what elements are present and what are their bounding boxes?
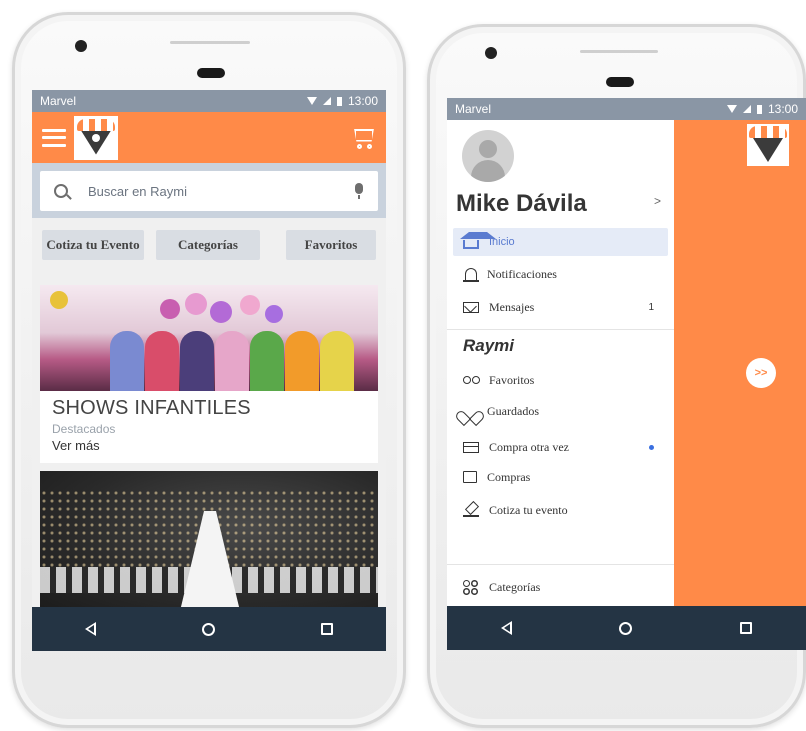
avatar[interactable] <box>462 130 514 182</box>
speaker-grille <box>580 50 658 53</box>
navigation-drawer: Mike Dávila > Inicio Notificaciones Mens… <box>447 120 674 606</box>
raymi-logo[interactable] <box>74 115 118 160</box>
front-camera <box>485 47 497 59</box>
new-indicator-dot <box>649 444 654 450</box>
signal-icon <box>742 105 751 113</box>
home-circle-icon[interactable] <box>202 622 215 636</box>
battery-icon <box>336 96 342 106</box>
status-bar: Marvel 13:00 <box>32 90 386 112</box>
drawer-item-inicio[interactable]: Inicio <box>453 228 668 256</box>
chip-favoritos[interactable]: Favoritos <box>286 230 376 260</box>
wifi-icon <box>306 97 317 105</box>
chip-categorias[interactable]: Categorías <box>156 230 260 260</box>
front-camera <box>75 40 87 52</box>
drawer-item-guardados[interactable]: Guardados <box>453 397 668 425</box>
sensor-pill <box>606 77 634 87</box>
wedding-photo[interactable] <box>40 471 378 611</box>
drawer-item-mensajes[interactable]: Mensajes 1 <box>453 293 668 321</box>
search-icon[interactable] <box>54 184 68 198</box>
recents-icon[interactable] <box>321 623 333 635</box>
divider <box>447 329 674 330</box>
search-area <box>32 163 386 218</box>
speaker-grille <box>170 41 250 44</box>
grid-icon <box>463 580 479 594</box>
cart-icon[interactable] <box>350 126 376 150</box>
back-icon[interactable] <box>85 622 96 636</box>
search-bar[interactable] <box>40 171 378 211</box>
quick-actions: Cotiza tu Evento Categorías Favoritos <box>32 218 386 273</box>
gavel-icon <box>463 503 479 517</box>
home-icon <box>460 232 496 249</box>
chevron-right-icon[interactable]: > <box>654 194 661 208</box>
app-bar <box>32 112 386 163</box>
drawer-item-categorias[interactable]: Categorías <box>453 573 668 601</box>
shows-infantiles-photo <box>40 285 378 391</box>
drawer-item-cotiza-evento[interactable]: Cotiza tu evento <box>453 496 668 524</box>
card-title: SHOWS INFANTILES <box>52 397 251 419</box>
wifi-icon <box>726 105 737 113</box>
user-name[interactable]: Mike Dávila <box>456 190 587 218</box>
sensor-pill <box>197 68 225 78</box>
mail-icon <box>463 301 479 313</box>
raymi-logo <box>747 124 789 166</box>
chip-cotiza-evento[interactable]: Cotiza tu Evento <box>42 230 144 260</box>
bell-icon <box>463 268 479 282</box>
content-feed: SHOWS INFANTILES Destacados Ver más <box>32 273 386 611</box>
carrier-label: Marvel <box>455 102 492 116</box>
drawer-item-compra-otra-vez[interactable]: Compra otra vez <box>453 433 668 461</box>
clock: 13:00 <box>347 94 378 108</box>
status-bar: Marvel 13:00 <box>447 98 806 120</box>
glasses-icon <box>463 373 480 387</box>
menu-icon[interactable] <box>42 128 66 147</box>
heart-icon <box>463 405 477 417</box>
divider <box>447 564 674 565</box>
feature-card[interactable]: SHOWS INFANTILES Destacados Ver más <box>40 285 378 463</box>
clock: 13:00 <box>767 102 798 116</box>
battery-icon <box>756 104 762 114</box>
section-title: Raymi <box>463 336 515 355</box>
unread-count-badge: 1 <box>648 301 654 313</box>
home-screen: Marvel 13:00 Cotiza tu Evento Categorías… <box>32 90 386 651</box>
search-input[interactable] <box>88 183 354 199</box>
system-nav-bar <box>447 606 806 650</box>
card-icon <box>463 441 479 453</box>
back-icon[interactable] <box>500 621 512 635</box>
drawer-screen: Marvel 13:00 >> Mike Dávila > Inicio Not… <box>447 98 806 650</box>
expand-button[interactable]: >> <box>746 358 776 388</box>
box-icon <box>463 471 477 483</box>
system-nav-bar <box>32 607 386 651</box>
carrier-label: Marvel <box>40 94 77 108</box>
see-more-link[interactable]: Ver más <box>52 438 366 453</box>
recents-icon[interactable] <box>740 622 753 634</box>
scrim-app-background[interactable] <box>674 120 806 606</box>
drawer-item-favoritos[interactable]: Favoritos <box>453 366 668 394</box>
drawer-item-compras[interactable]: Compras <box>453 463 668 491</box>
drawer-item-notificaciones[interactable]: Notificaciones <box>453 260 668 288</box>
card-subtitle: Destacados <box>52 422 116 436</box>
signal-icon <box>322 97 331 105</box>
microphone-icon[interactable] <box>354 183 364 199</box>
home-circle-icon[interactable] <box>619 621 633 635</box>
